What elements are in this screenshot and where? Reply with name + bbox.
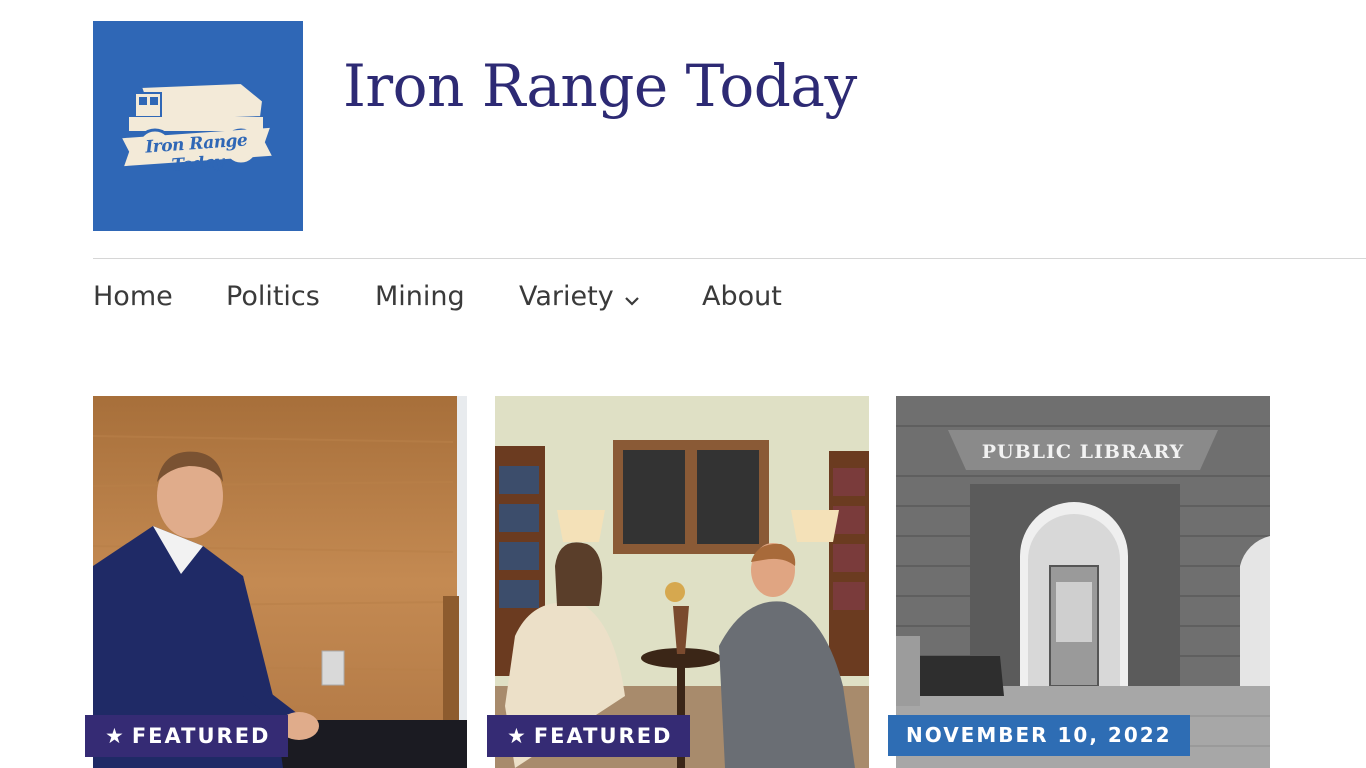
chevron-down-icon[interactable]	[624, 277, 640, 319]
featured-badge-1-label: FEATURED	[131, 724, 271, 748]
nav-variety[interactable]: Variety	[519, 276, 640, 319]
post-card-1-image[interactable]	[93, 396, 467, 768]
star-icon: ★	[105, 724, 126, 748]
star-icon: ★	[507, 724, 528, 748]
nav-variety-label: Variety	[519, 281, 614, 312]
featured-badge-2[interactable]: ★ FEATURED	[487, 715, 691, 757]
post-card-2-image[interactable]	[495, 396, 869, 768]
post-date-badge[interactable]: NOVEMBER 10, 2022	[888, 715, 1190, 756]
nav-home[interactable]: Home	[93, 276, 173, 318]
site-title[interactable]: Iron Range Today	[343, 52, 857, 122]
dump-truck-icon	[122, 81, 272, 167]
nav-about[interactable]: About	[702, 276, 782, 318]
nav-mining[interactable]: Mining	[375, 276, 465, 318]
nav-politics[interactable]: Politics	[226, 276, 320, 318]
header-divider	[93, 258, 1366, 259]
featured-badge-1[interactable]: ★ FEATURED	[85, 715, 289, 757]
library-sign: PUBLIC LIBRARY	[982, 441, 1185, 463]
site-logo[interactable]: Iron Range Today	[93, 21, 303, 231]
featured-badge-2-label: FEATURED	[533, 724, 673, 748]
post-card-3-image[interactable]: PUBLIC LIBRARY	[896, 396, 1270, 768]
